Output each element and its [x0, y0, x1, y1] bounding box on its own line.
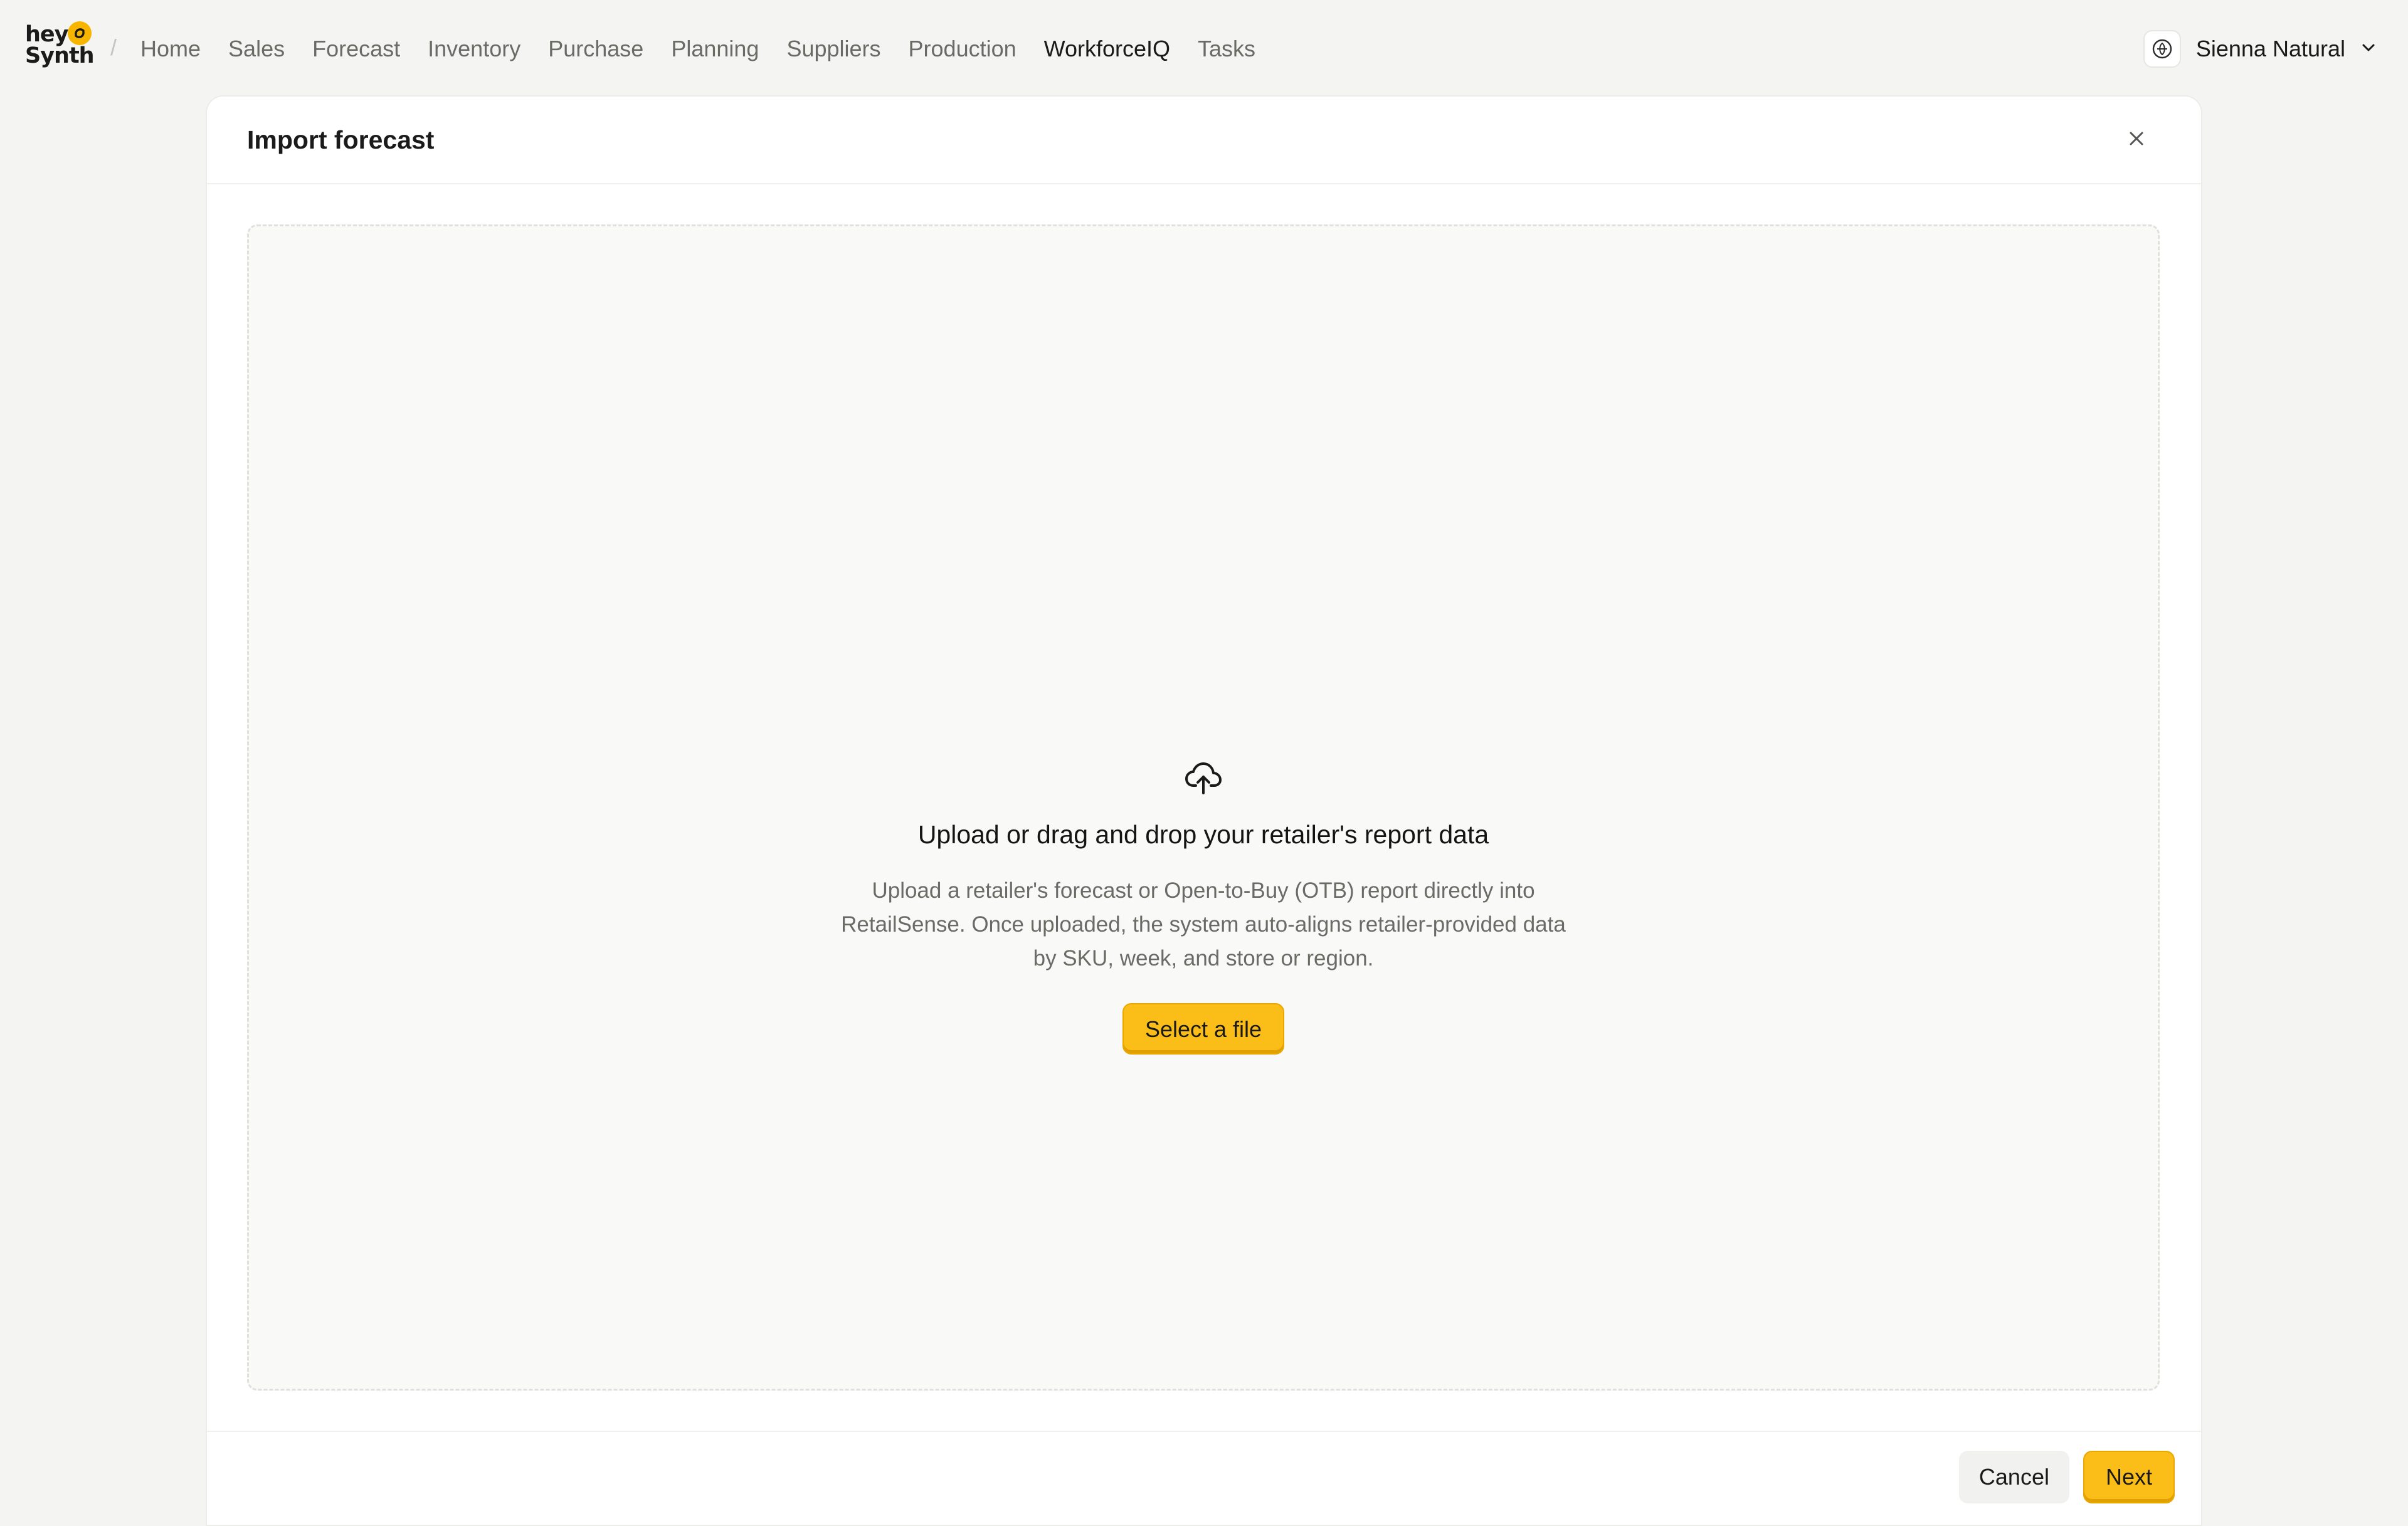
top-navigation-bar: hey Synth / Home Sales Forecast Inventor… — [0, 0, 2408, 98]
breadcrumb-separator: / — [110, 34, 117, 60]
nav-item-forecast[interactable]: Forecast — [312, 33, 400, 65]
cloud-upload-icon — [1183, 758, 1223, 798]
nav-item-sales[interactable]: Sales — [228, 33, 285, 65]
nav-item-inventory[interactable]: Inventory — [428, 33, 520, 65]
logo-badge-icon — [68, 21, 92, 45]
nav-item-suppliers[interactable]: Suppliers — [786, 33, 880, 65]
nav-item-tasks[interactable]: Tasks — [1198, 33, 1255, 65]
dialog-title: Import forecast — [247, 125, 435, 154]
close-button[interactable] — [2121, 124, 2152, 155]
leaf-badge-icon — [2143, 30, 2181, 68]
dropzone-description: Upload a retailer's forecast or Open-to-… — [841, 878, 1566, 971]
main-nav: Home Sales Forecast Inventory Purchase P… — [140, 33, 1283, 65]
nav-item-planning[interactable]: Planning — [671, 33, 759, 65]
footer-actions: Cancel Next — [1958, 1451, 2175, 1503]
close-icon — [2126, 128, 2147, 152]
nav-item-home[interactable]: Home — [140, 33, 201, 65]
file-dropzone[interactable]: Upload or drag and drop your retailer's … — [247, 224, 2160, 1391]
account-name: Sienna Natural — [2195, 36, 2345, 61]
next-button[interactable]: Next — [2083, 1451, 2175, 1503]
account-switcher[interactable]: Sienna Natural — [2143, 29, 2378, 69]
dropzone-content: Upload or drag and drop your retailer's … — [249, 758, 2158, 1055]
cancel-button[interactable]: Cancel — [1958, 1451, 2069, 1503]
import-forecast-dialog: Import forecast Upload or drag and drop … — [207, 97, 2201, 1525]
nav-item-workforceiq[interactable]: WorkforceIQ — [1044, 33, 1170, 65]
nav-item-purchase[interactable]: Purchase — [548, 33, 643, 65]
select-file-button[interactable]: Select a file — [1122, 1003, 1285, 1055]
heysynth-logo[interactable]: hey Synth — [25, 21, 95, 74]
logo-text-synth: Synth — [25, 43, 95, 68]
dropzone-title: Upload or drag and drop your retailer's … — [917, 820, 1489, 849]
dialog-header: Import forecast — [207, 97, 2201, 184]
nav-item-production[interactable]: Production — [909, 33, 1017, 65]
dialog-footer: Cancel Next — [207, 1431, 2201, 1526]
chevron-down-icon[interactable] — [2359, 38, 2378, 60]
